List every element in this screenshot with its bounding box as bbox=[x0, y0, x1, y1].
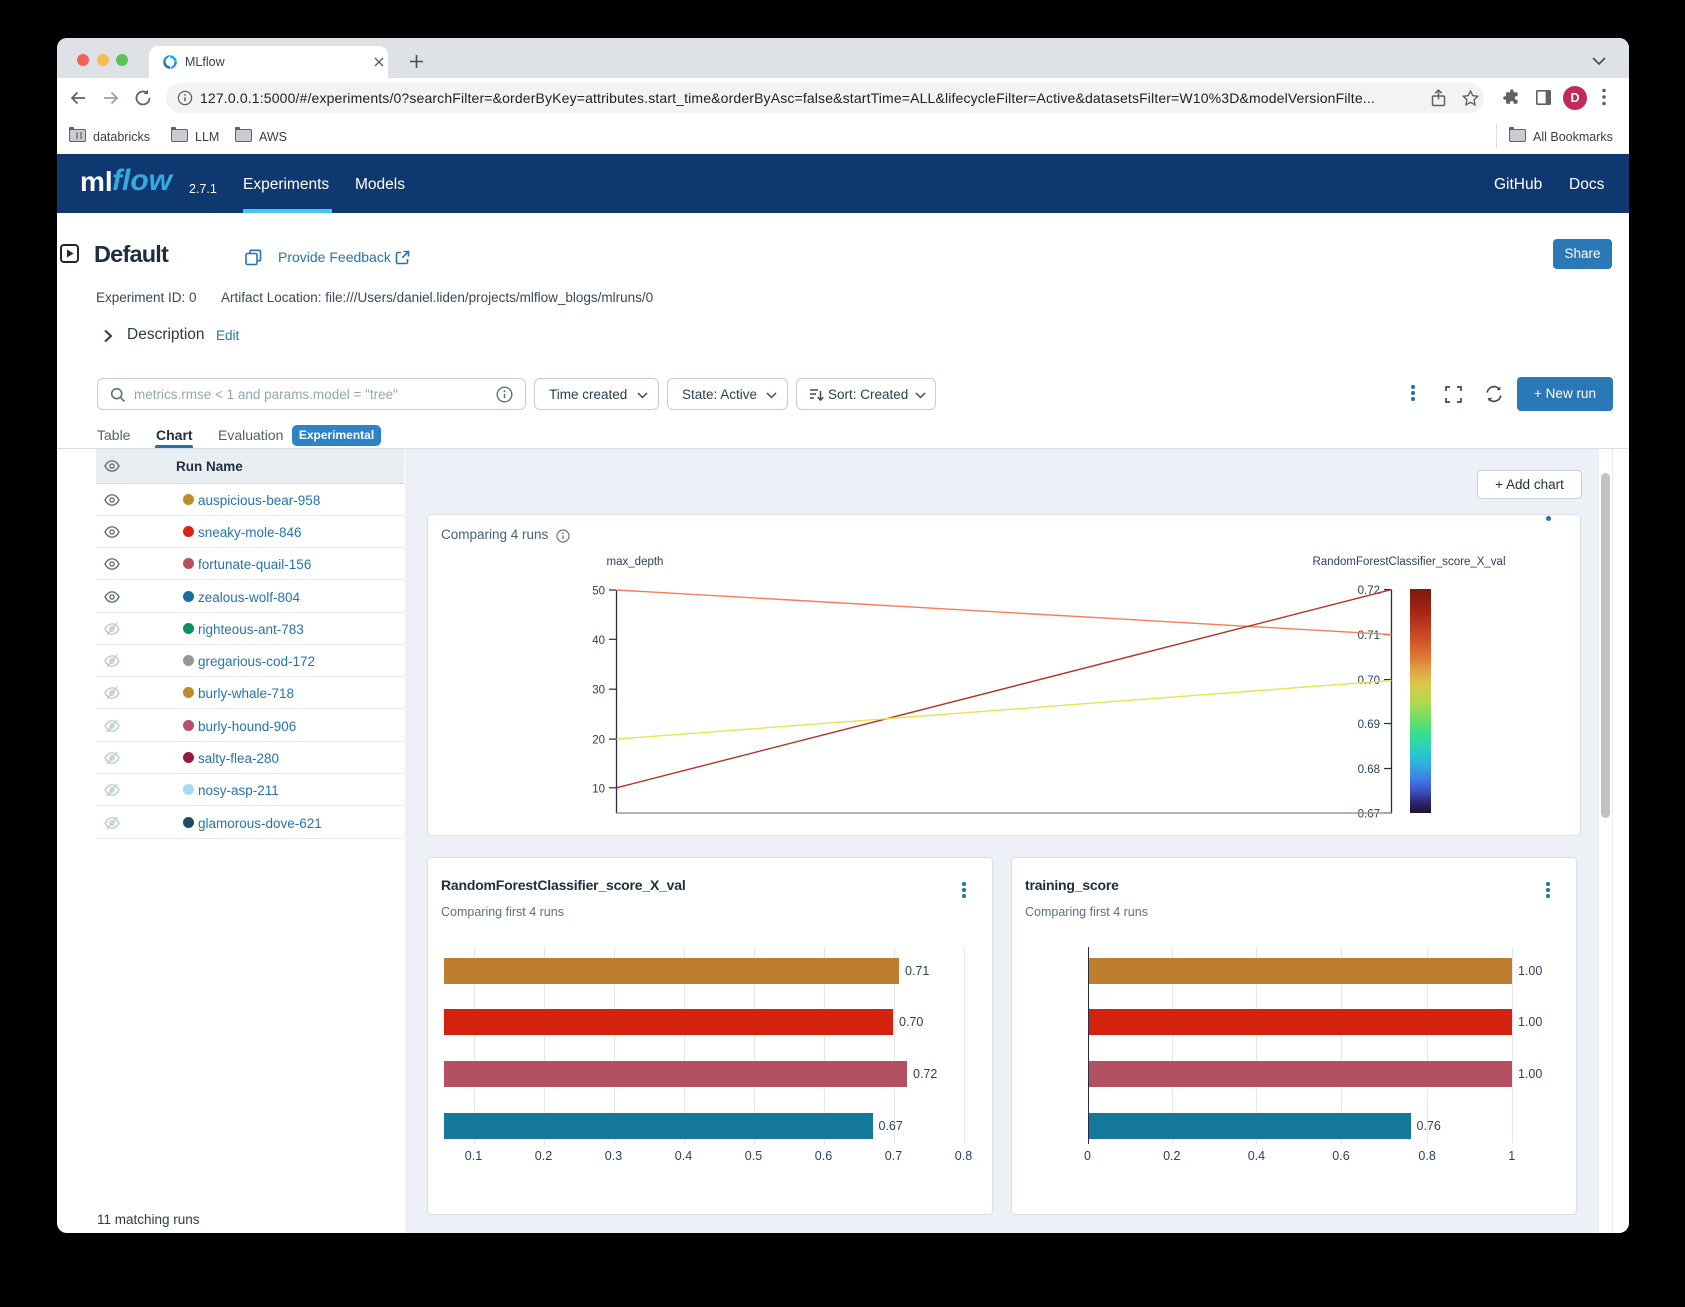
svg-text:0.67: 0.67 bbox=[1358, 808, 1380, 820]
svg-text:0.71: 0.71 bbox=[1358, 630, 1380, 642]
svg-text:10: 10 bbox=[592, 783, 605, 795]
svg-text:20: 20 bbox=[592, 735, 605, 747]
svg-text:RandomForestClassifier_score_X: RandomForestClassifier_score_X_val bbox=[1312, 556, 1505, 568]
svg-text:max_depth: max_depth bbox=[607, 556, 664, 568]
svg-text:0.68: 0.68 bbox=[1358, 764, 1380, 776]
svg-text:40: 40 bbox=[592, 635, 605, 647]
svg-text:50: 50 bbox=[592, 586, 605, 598]
svg-text:30: 30 bbox=[592, 685, 605, 697]
svg-text:0.69: 0.69 bbox=[1358, 719, 1380, 731]
